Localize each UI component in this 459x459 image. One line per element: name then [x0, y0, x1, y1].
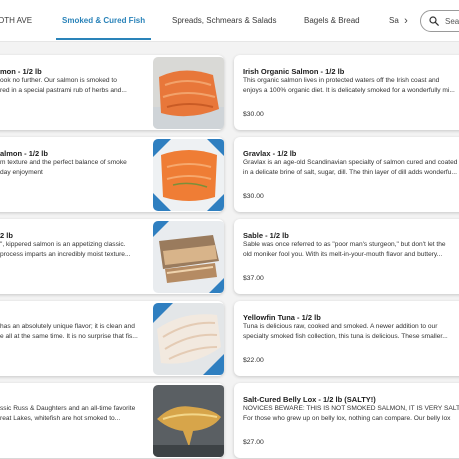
product-description-line: process imparts an incredibly moist text…	[0, 251, 131, 258]
product-card[interactable]: mon - 1/2 lb ook no further. Our salmon …	[0, 55, 224, 130]
product-description-line: ", kippered salmon is an appetizing clas…	[0, 241, 126, 248]
product-description-line: ook no further. Our salmon is smoked to	[0, 77, 117, 84]
page: OTH AVE Smoked & Cured Fish Spreads, Sch…	[0, 0, 459, 459]
tab-spreads-schmears-salads[interactable]: Spreads, Schmears & Salads	[172, 0, 277, 42]
product-description-line: day enjoyment	[0, 169, 43, 176]
product-title: Irish Organic Salmon - 1/2 lb	[243, 67, 345, 76]
product-title: almon - 1/2 lb	[0, 149, 48, 158]
scroll-right-chevron-icon[interactable]: ›	[399, 14, 413, 28]
product-photo[interactable]	[153, 139, 224, 211]
product-description-line: Tuna is delicious raw, cooked and smoked…	[243, 323, 438, 330]
product-description-line: reat Lakes, whitefish are hot smoked to.…	[0, 415, 121, 422]
product-price: $30.00	[243, 193, 264, 200]
product-photo[interactable]	[153, 385, 224, 457]
product-title: Gravlax - 1/2 lb	[243, 149, 297, 158]
product-description-line: For those who grew up on belly lox, noth…	[243, 415, 451, 422]
product-price: $37.00	[243, 275, 264, 282]
product-card[interactable]: Sable - 1/2 lb Sable was once referred t…	[234, 219, 459, 294]
search-label: Sear	[445, 17, 459, 26]
product-description-line: Gravlax is an age-old Scandinavian speci…	[243, 159, 458, 166]
product-photo[interactable]	[153, 57, 224, 129]
product-photo[interactable]	[153, 303, 224, 375]
product-description-line: red in a special pastrami rub of herbs a…	[0, 87, 127, 94]
tab-next[interactable]: Sa	[389, 0, 399, 42]
product-card[interactable]: 2 lb ", kippered salmon is an appetizing…	[0, 219, 224, 294]
product-description-line: old moniker fool you. With its melt-in-y…	[243, 251, 443, 258]
product-title: Sable - 1/2 lb	[243, 231, 289, 240]
product-card[interactable]: Gravlax - 1/2 lb Gravlax is an age-old S…	[234, 137, 459, 212]
category-nav: OTH AVE Smoked & Cured Fish Spreads, Sch…	[0, 0, 459, 42]
search-box[interactable]: Sear	[420, 10, 459, 32]
product-description-line: Sable was once referred to as "poor man'…	[243, 241, 446, 248]
product-title: 2 lb	[0, 231, 13, 240]
product-description-line: ssic Russ & Daughters and an all-time fa…	[0, 405, 136, 412]
search-icon	[429, 16, 439, 26]
tab-smoked-cured-fish[interactable]: Smoked & Cured Fish	[55, 0, 152, 42]
tab-bagels-bread[interactable]: Bagels & Bread	[304, 0, 360, 42]
product-description-line: has an absolutely unique flavor; it is c…	[0, 323, 135, 330]
product-price: $30.00	[243, 111, 264, 118]
product-price: $22.00	[243, 357, 264, 364]
product-card[interactable]: has an absolutely unique flavor; it is c…	[0, 301, 224, 376]
product-description-line: specialty smoked fish collection, this t…	[243, 333, 448, 340]
product-description-line: in a delicate brine of salt, sugar, dill…	[243, 169, 457, 176]
product-description-line: This organic salmon lives in protected w…	[243, 77, 440, 84]
product-card[interactable]: Salt-Cured Belly Lox - 1/2 lb (SALTY!) N…	[234, 383, 459, 458]
product-title: Salt-Cured Belly Lox - 1/2 lb (SALTY!)	[243, 395, 376, 404]
product-title: mon - 1/2 lb	[0, 67, 42, 76]
product-description-line: m texture and the perfect balance of smo…	[0, 159, 127, 166]
product-price: $27.00	[243, 439, 264, 446]
product-card[interactable]: Irish Organic Salmon - 1/2 lb This organ…	[234, 55, 459, 130]
product-title: Yellowfin Tuna - 1/2 lb	[243, 313, 321, 322]
product-card[interactable]: Yellowfin Tuna - 1/2 lb Tuna is deliciou…	[234, 301, 459, 376]
product-card[interactable]: almon - 1/2 lb m texture and the perfect…	[0, 137, 224, 212]
product-description-line: enjoys a 100% organic diet. It is delica…	[243, 87, 455, 94]
product-description-line: e all at the same time. It is no surpris…	[0, 333, 138, 340]
product-card[interactable]: ssic Russ & Daughters and an all-time fa…	[0, 383, 224, 458]
product-photo[interactable]	[153, 221, 224, 293]
tab-previous[interactable]: OTH AVE	[0, 0, 32, 42]
product-description-line: NOVICES BEWARE: THIS IS NOT SMOKED SALMO…	[243, 405, 459, 412]
